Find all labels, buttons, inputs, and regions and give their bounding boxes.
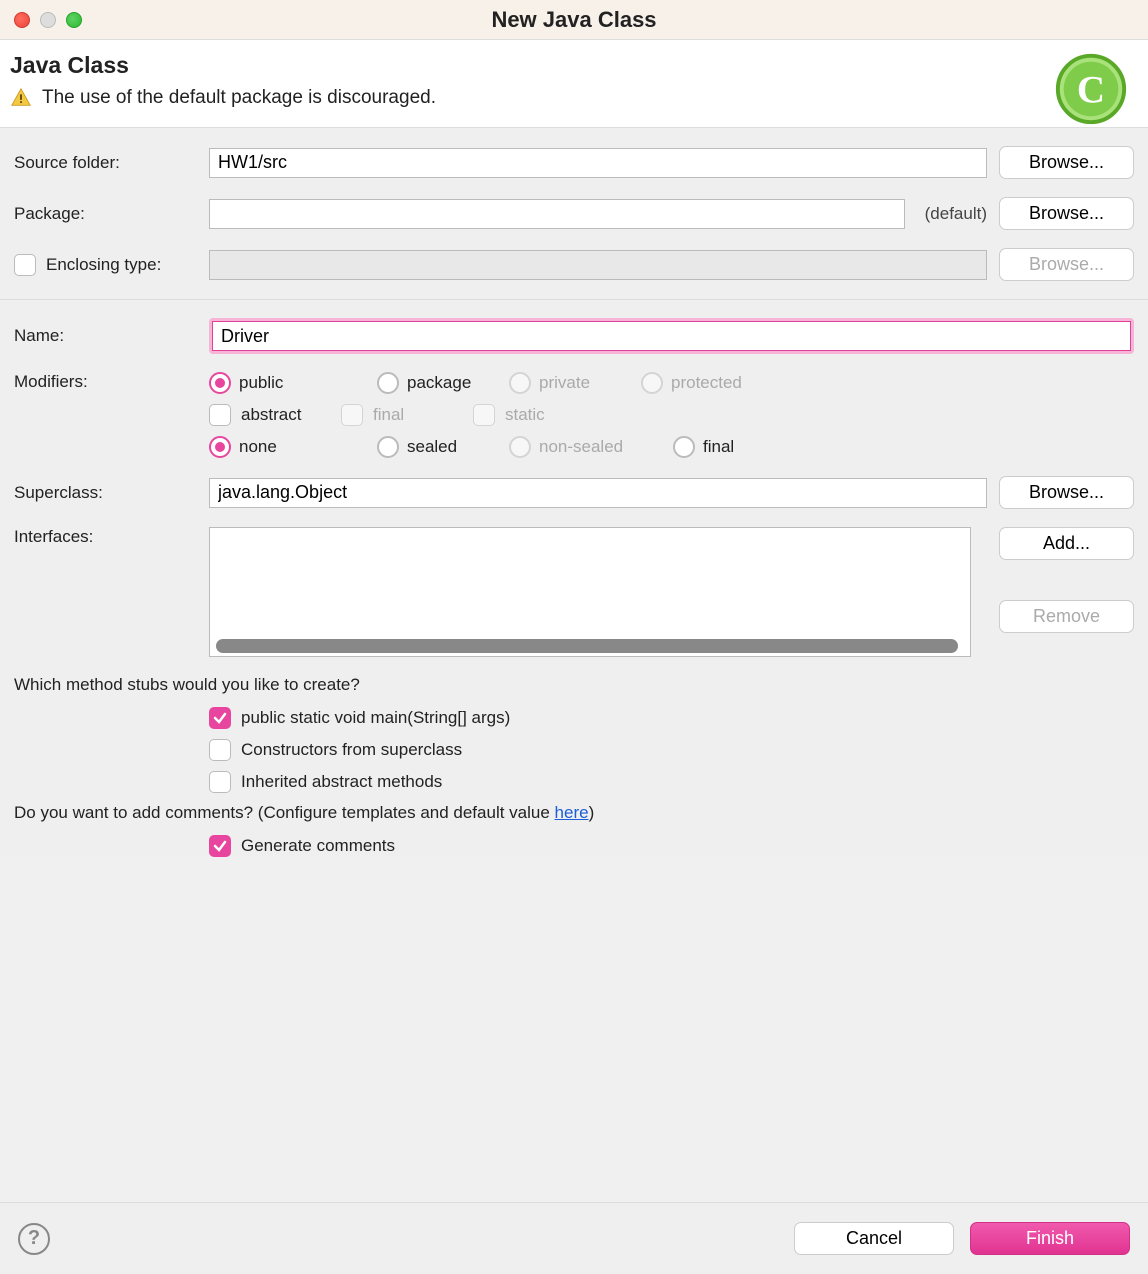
class-file-icon: C [1052, 50, 1130, 128]
dialog-content: Source folder: Browse... Package: (defau… [0, 128, 1148, 857]
enclosing-type-browse-button: Browse... [999, 248, 1134, 281]
window-title: New Java Class [0, 7, 1148, 33]
enclosing-type-checkbox[interactable] [14, 254, 36, 276]
method-stubs-question: Which method stubs would you like to cre… [14, 675, 1134, 695]
stub-inherited-label: Inherited abstract methods [241, 772, 442, 792]
stub-inherited-checkbox[interactable] [209, 771, 231, 793]
stub-constructors-checkbox[interactable] [209, 739, 231, 761]
modifier-package-radio[interactable] [377, 372, 399, 394]
generate-comments-checkbox[interactable] [209, 835, 231, 857]
modifier-public-radio[interactable] [209, 372, 231, 394]
warning-icon [10, 87, 32, 109]
name-input[interactable] [212, 321, 1131, 351]
titlebar: New Java Class [0, 0, 1148, 40]
package-default-text: (default) [925, 204, 987, 224]
modifier-sealed-radio[interactable] [377, 436, 399, 458]
superclass-browse-button[interactable]: Browse... [999, 476, 1134, 509]
modifier-private-radio [509, 372, 531, 394]
header-message: The use of the default package is discou… [42, 87, 436, 109]
enclosing-type-label: Enclosing type: [46, 255, 161, 275]
stub-main-checkbox[interactable] [209, 707, 231, 729]
source-folder-browse-button[interactable]: Browse... [999, 146, 1134, 179]
dialog-footer: ? Cancel Finish [0, 1202, 1148, 1274]
modifier-nonsealed-label: non-sealed [539, 437, 623, 457]
superclass-label: Superclass: [14, 483, 209, 503]
source-folder-label: Source folder: [14, 153, 209, 173]
modifier-abstract-label: abstract [241, 405, 301, 425]
header-title: Java Class [10, 52, 1130, 79]
svg-text:C: C [1077, 69, 1105, 112]
access-modifier-group: public package private protected [209, 372, 805, 394]
modifier-abstract-checkbox[interactable] [209, 404, 231, 426]
finish-button[interactable]: Finish [970, 1222, 1130, 1255]
package-input[interactable] [209, 199, 905, 229]
modifier-sealfinal-label: final [703, 437, 734, 457]
source-folder-input[interactable] [209, 148, 987, 178]
name-label: Name: [14, 326, 209, 346]
modifier-none-label: none [239, 437, 277, 457]
sealing-modifier-group: none sealed non-sealed final [209, 436, 805, 458]
dialog-header: Java Class The use of the default packag… [0, 40, 1148, 128]
interfaces-list[interactable] [209, 527, 971, 657]
modifier-sealfinal-radio[interactable] [673, 436, 695, 458]
modifier-final-checkbox [341, 404, 363, 426]
modifier-nonsealed-radio [509, 436, 531, 458]
comments-question: Do you want to add comments? (Configure … [14, 803, 1134, 823]
superclass-input[interactable] [209, 478, 987, 508]
generate-comments-label: Generate comments [241, 836, 395, 856]
interfaces-label: Interfaces: [14, 527, 209, 547]
package-browse-button[interactable]: Browse... [999, 197, 1134, 230]
modifier-static-label: static [505, 405, 545, 425]
modifiers-label: Modifiers: [14, 372, 209, 392]
modifier-sealed-label: sealed [407, 437, 457, 457]
modifier-protected-label: protected [671, 373, 742, 393]
modifier-static-checkbox [473, 404, 495, 426]
package-label: Package: [14, 204, 209, 224]
cancel-button[interactable]: Cancel [794, 1222, 954, 1255]
flag-modifier-group: abstract final static [209, 404, 805, 426]
interfaces-add-button[interactable]: Add... [999, 527, 1134, 560]
help-icon[interactable]: ? [18, 1223, 50, 1255]
interfaces-scrollbar[interactable] [216, 639, 958, 653]
configure-templates-link[interactable]: here [555, 803, 589, 822]
modifier-none-radio[interactable] [209, 436, 231, 458]
modifier-final-label: final [373, 405, 404, 425]
modifier-public-label: public [239, 373, 283, 393]
modifier-private-label: private [539, 373, 590, 393]
interfaces-remove-button: Remove [999, 600, 1134, 633]
modifier-protected-radio [641, 372, 663, 394]
stub-main-label: public static void main(String[] args) [241, 708, 510, 728]
modifier-package-label: package [407, 373, 471, 393]
enclosing-type-input [209, 250, 987, 280]
stub-constructors-label: Constructors from superclass [241, 740, 462, 760]
